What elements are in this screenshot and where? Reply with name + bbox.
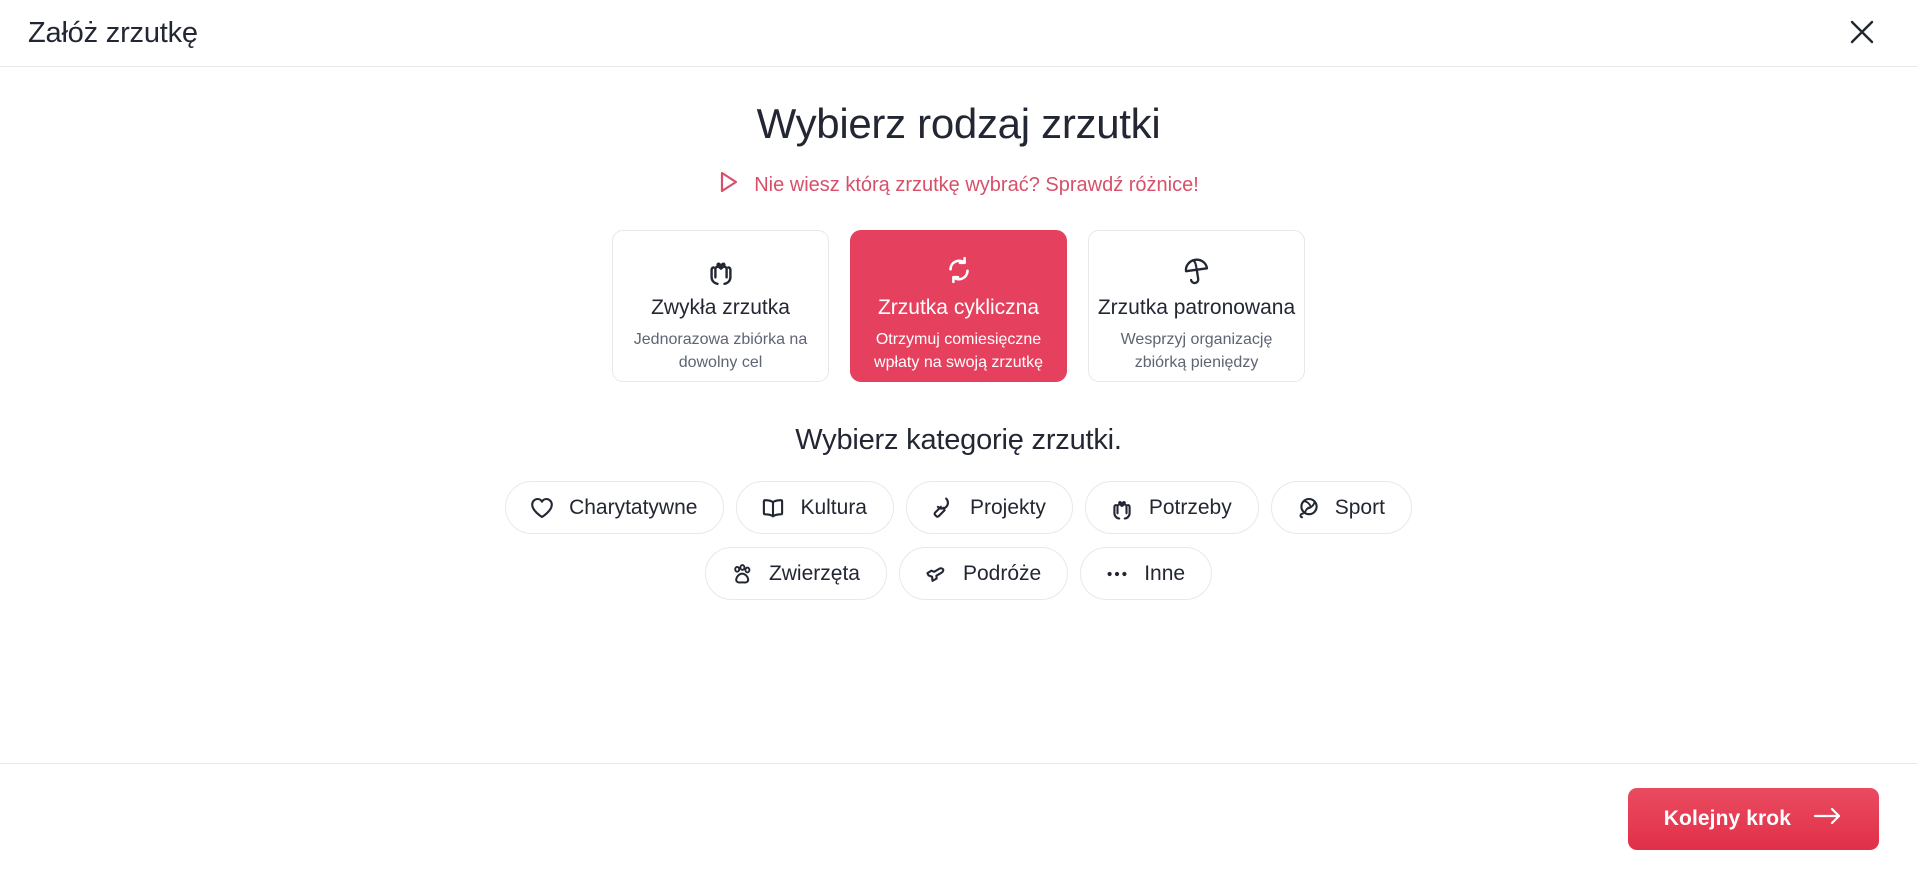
category-pill-label: Inne — [1144, 561, 1186, 585]
type-card-zrzutka-cykliczna[interactable]: Zrzutka cykliczna Otrzymuj comiesięczne … — [850, 230, 1067, 382]
category-pill-rows: Charytatywne Kultura Projekty Potrzeby S… — [0, 481, 1917, 600]
ball-icon — [1294, 494, 1322, 522]
category-pill-zwierzeta[interactable]: Zwierzęta — [704, 547, 887, 600]
category-pill-projekty[interactable]: Projekty — [906, 481, 1073, 534]
arrow-right-icon — [1813, 806, 1843, 832]
category-pill-label: Kultura — [800, 495, 867, 519]
category-pill-label: Podróże — [962, 561, 1042, 585]
category-pill-inne[interactable]: Inne — [1080, 547, 1213, 600]
category-pill-row-1: Charytatywne Kultura Projekty Potrzeby S… — [0, 481, 1917, 534]
category-pill-kultura[interactable]: Kultura — [736, 481, 894, 534]
next-step-button[interactable]: Kolejny krok — [1627, 788, 1879, 850]
play-triangle-icon — [718, 170, 740, 200]
category-pill-potrzeby[interactable]: Potrzeby — [1084, 481, 1259, 534]
section-heading-category: Wybierz kategorię zrzutki. — [795, 424, 1122, 456]
modal-footer: Kolejny krok — [0, 763, 1917, 874]
category-pill-row-2: Zwierzęta Podróże Inne — [0, 547, 1917, 600]
fundraiser-type-cards: Zwykła zrzutka Jednorazowa zbiórka na do… — [0, 230, 1917, 382]
ellipsis-icon — [1103, 560, 1131, 588]
category-pill-podroze[interactable]: Podróże — [898, 547, 1069, 600]
category-pill-sport[interactable]: Sport — [1270, 481, 1412, 534]
type-card-title: Zwykła zrzutka — [651, 296, 790, 319]
paw-icon — [728, 560, 756, 588]
category-pill-label: Potrzeby — [1148, 495, 1232, 519]
create-fundraiser-modal: Załóż zrzutkę Wybierz rodzaj zrzutki Nie… — [0, 0, 1917, 874]
umbrella-icon — [1181, 253, 1213, 287]
page-title: Załóż zrzutkę — [28, 16, 198, 49]
section-heading-type: Wybierz rodzaj zrzutki — [756, 100, 1161, 147]
type-card-desc: Otrzymuj comiesięczne wpłaty na swoją zr… — [874, 331, 1043, 372]
type-card-title: Zrzutka cykliczna — [877, 296, 1040, 319]
refresh-cycle-icon — [944, 253, 974, 287]
type-card-desc: Jednorazowa zbiórka na dowolny cel — [633, 331, 808, 372]
heart-icon — [528, 494, 556, 522]
close-button[interactable] — [1839, 10, 1885, 56]
hands-heart-icon — [705, 253, 737, 287]
category-pill-label: Zwierzęta — [768, 561, 860, 585]
type-card-zwykla-zrzutka[interactable]: Zwykła zrzutka Jednorazowa zbiórka na do… — [612, 230, 829, 382]
airplane-icon — [922, 560, 950, 588]
hands-heart-icon — [1108, 494, 1136, 522]
book-icon — [759, 494, 787, 522]
modal-body: Wybierz rodzaj zrzutki Nie wiesz którą z… — [0, 67, 1917, 763]
category-pill-label: Sport — [1334, 495, 1385, 519]
difference-link[interactable]: Nie wiesz którą zrzutkę wybrać? Sprawdź … — [0, 170, 1917, 200]
modal-header: Załóż zrzutkę — [0, 0, 1917, 67]
category-pill-label: Projekty — [970, 495, 1046, 519]
type-card-zrzutka-patronowana[interactable]: Zrzutka patronowana Wesprzyj organizację… — [1088, 230, 1305, 382]
category-pill-charytatywne[interactable]: Charytatywne — [505, 481, 725, 534]
next-step-label: Kolejny krok — [1663, 807, 1791, 830]
type-card-title: Zrzutka patronowana — [1097, 296, 1296, 319]
category-pill-label: Charytatywne — [569, 495, 698, 519]
type-card-desc: Wesprzyj organizację zbiórką pieniędzy — [1120, 331, 1273, 372]
close-icon — [1848, 18, 1876, 49]
difference-link-label: Nie wiesz którą zrzutkę wybrać? Sprawdź … — [754, 173, 1199, 196]
paint-roller-icon — [929, 494, 957, 522]
